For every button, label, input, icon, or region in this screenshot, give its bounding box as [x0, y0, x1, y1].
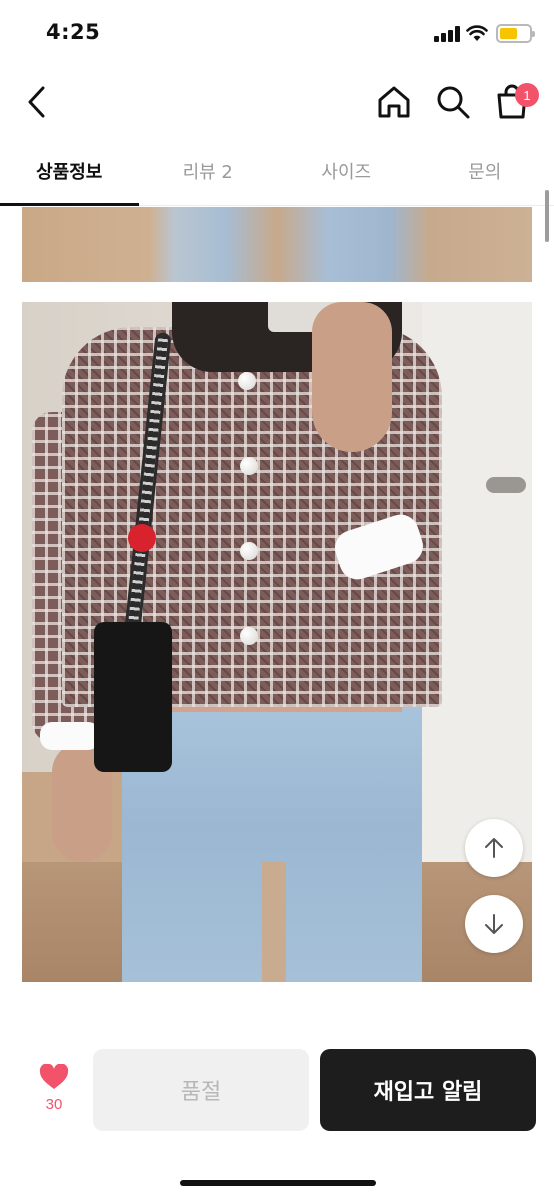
- scroll-to-top-button[interactable]: [465, 819, 523, 877]
- back-button[interactable]: [16, 80, 56, 124]
- cellular-signal-icon: [434, 26, 460, 42]
- battery-level: [500, 28, 517, 39]
- product-photo-main: [22, 302, 532, 982]
- photo-cuff: [40, 722, 100, 750]
- top-nav-bar: [0, 66, 554, 140]
- photo-door-handle: [486, 477, 526, 493]
- arrow-up-icon: [485, 838, 503, 858]
- restock-alert-button[interactable]: 재입고 알림: [320, 1049, 536, 1131]
- like-button[interactable]: 30: [28, 1063, 80, 1124]
- search-icon: [437, 86, 470, 119]
- home-button[interactable]: [374, 80, 414, 124]
- search-button[interactable]: [433, 80, 473, 124]
- photo-jacket-button: [240, 542, 258, 560]
- home-icon: [378, 86, 410, 118]
- status-bar: 4:25: [0, 0, 554, 66]
- product-tabs: 상품정보 리뷰 2 사이즈 문의: [0, 142, 554, 206]
- tab-product-info[interactable]: 상품정보: [0, 142, 139, 206]
- sold-out-button: 품절: [93, 1049, 309, 1131]
- arrow-down-icon: [485, 914, 503, 934]
- photo-handbag: [94, 622, 172, 772]
- chevron-left-icon: [28, 86, 45, 118]
- photo-jacket-button: [240, 457, 258, 475]
- scroll-indicator[interactable]: [545, 190, 549, 242]
- photo-jacket-button: [238, 372, 256, 390]
- product-photo-top: [22, 207, 532, 282]
- tab-size[interactable]: 사이즈: [277, 142, 416, 205]
- heart-icon: [39, 1063, 69, 1089]
- like-count: 30: [45, 1096, 63, 1113]
- battery-icon: [496, 24, 535, 43]
- photo-jacket-button: [240, 627, 258, 645]
- scroll-down-button[interactable]: [465, 895, 523, 953]
- tab-reviews[interactable]: 리뷰 2: [139, 142, 278, 205]
- status-time: 4:25: [46, 20, 101, 44]
- photo-hand: [312, 302, 392, 452]
- photo-price-tag: [128, 524, 156, 552]
- cart-count-badge: 1: [515, 83, 539, 107]
- wifi-icon: [466, 25, 488, 41]
- home-indicator: [180, 1180, 376, 1186]
- photo-jeans-gap: [262, 862, 286, 982]
- tab-inquiry[interactable]: 문의: [416, 142, 554, 205]
